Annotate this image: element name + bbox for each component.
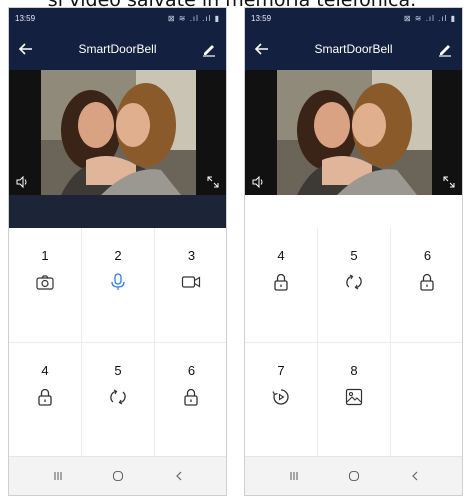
edit-icon[interactable] <box>200 40 218 58</box>
grid-cell-rotate[interactable]: 5 <box>318 228 391 343</box>
video-preview[interactable] <box>245 70 462 195</box>
status-time: 13:59 <box>251 14 272 23</box>
cell-label: 2 <box>114 248 122 263</box>
status-strip <box>9 195 226 228</box>
cell-label: 8 <box>350 363 358 378</box>
cell-label: 5 <box>114 363 122 378</box>
app-title: SmartDoorBell <box>314 42 393 56</box>
rotate-icon <box>110 389 126 405</box>
video-preview[interactable] <box>9 70 226 195</box>
speaker-icon[interactable] <box>15 175 29 189</box>
phone-screen-right: 13:59 ⊠ ≋ .ıl .ıl ▮ SmartDoorBell 4 5 6 … <box>244 7 463 496</box>
status-time: 13:59 <box>15 14 36 23</box>
playback-icon <box>272 389 289 405</box>
status-strip <box>245 195 462 228</box>
cell-label: 7 <box>277 363 285 378</box>
video-icon <box>181 276 201 288</box>
lock-icon <box>38 388 52 406</box>
grid-cell-record[interactable]: 3 <box>155 228 226 343</box>
app-bar: SmartDoorBell <box>9 30 226 70</box>
back-icon[interactable] <box>172 469 186 483</box>
grid-cell-gallery[interactable]: 8 <box>318 343 391 458</box>
cell-label: 3 <box>187 248 196 263</box>
fullscreen-icon[interactable] <box>206 175 220 189</box>
phone-screen-left: 13:59 ⊠ ≋ .ıl .ıl ▮ SmartDoorBell 1 2 3 … <box>8 7 227 496</box>
grid-cell-lock-1[interactable]: 4 <box>9 343 82 458</box>
microphone-icon <box>111 273 125 290</box>
android-nav-bar <box>9 456 226 495</box>
lock-icon <box>420 273 434 291</box>
grid-cell-lock-2[interactable]: 6 <box>155 343 226 458</box>
status-bar: 13:59 ⊠ ≋ .ıl .ıl ▮ <box>9 8 226 30</box>
lock-icon <box>184 388 198 406</box>
status-indicators: ⊠ ≋ .ıl .ıl ▮ <box>403 14 456 23</box>
app-title: SmartDoorBell <box>78 42 157 56</box>
camera-feed-image <box>277 70 432 195</box>
fullscreen-icon[interactable] <box>442 175 456 189</box>
recent-apps-icon[interactable] <box>51 469 65 483</box>
cell-label: 5 <box>350 248 358 263</box>
android-nav-bar <box>245 456 462 495</box>
control-grid: 4 5 6 7 8 <box>245 228 462 459</box>
recent-apps-icon[interactable] <box>287 469 301 483</box>
grid-cell-rotate[interactable]: 5 <box>82 343 155 458</box>
status-indicators: ⊠ ≋ .ıl .ıl ▮ <box>167 14 220 23</box>
grid-cell-empty <box>391 343 462 458</box>
camera-feed-image <box>41 70 196 195</box>
cell-label: 1 <box>41 248 49 263</box>
camera-icon <box>36 275 54 290</box>
edit-icon[interactable] <box>436 40 454 58</box>
home-icon[interactable] <box>111 469 125 483</box>
home-icon[interactable] <box>347 469 361 483</box>
cell-label: 4 <box>277 248 285 263</box>
app-bar: SmartDoorBell <box>245 30 462 70</box>
control-grid: 1 2 3 4 5 6 <box>9 228 226 459</box>
grid-cell-playback[interactable]: 7 <box>245 343 318 458</box>
status-bar: 13:59 ⊠ ≋ .ıl .ıl ▮ <box>245 8 462 30</box>
cell-label: 6 <box>423 248 432 263</box>
grid-cell-lock-1[interactable]: 4 <box>245 228 318 343</box>
gallery-icon <box>345 388 363 406</box>
cell-label: 6 <box>187 363 196 378</box>
back-icon[interactable] <box>408 469 422 483</box>
grid-cell-lock-2[interactable]: 6 <box>391 228 462 343</box>
speaker-icon[interactable] <box>251 175 265 189</box>
rotate-icon <box>346 274 362 290</box>
grid-cell-talk[interactable]: 2 <box>82 228 155 343</box>
cell-label: 4 <box>41 363 49 378</box>
grid-cell-snapshot[interactable]: 1 <box>9 228 82 343</box>
lock-icon <box>274 273 288 291</box>
